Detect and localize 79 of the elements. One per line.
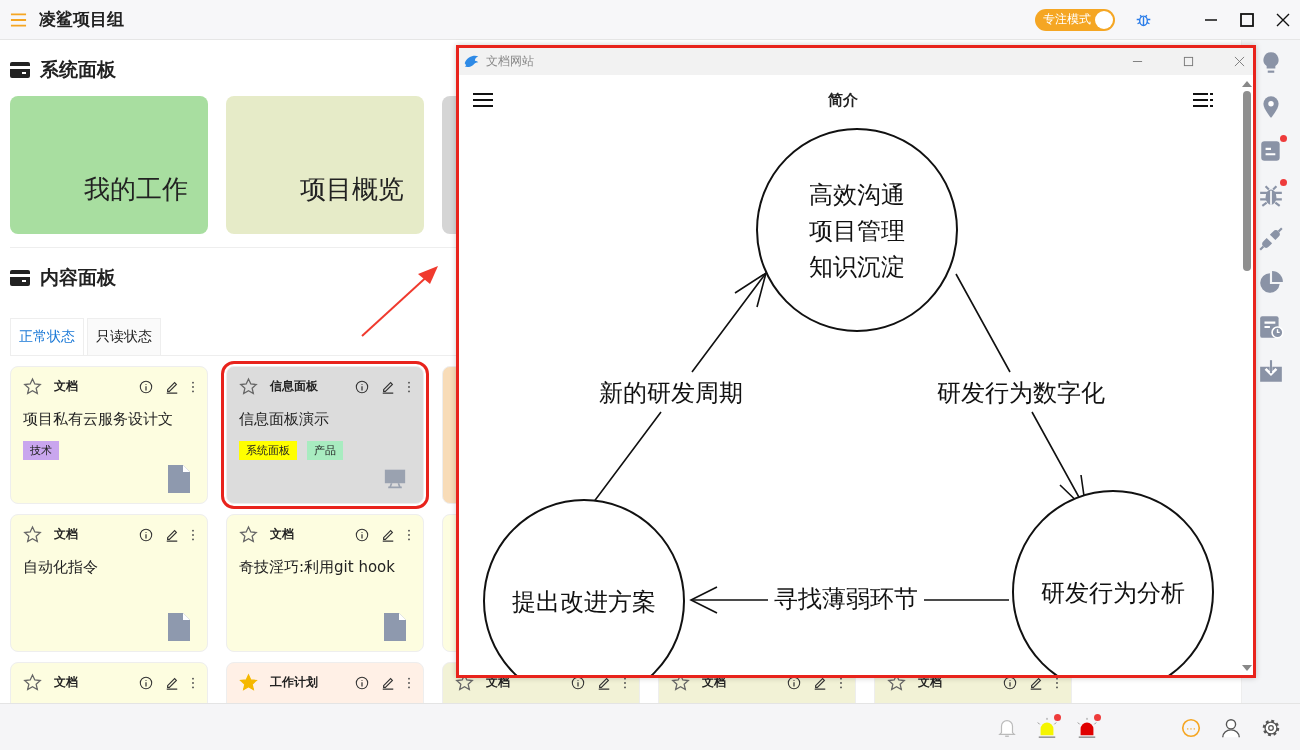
edit-icon[interactable] <box>165 675 179 690</box>
edit-icon[interactable] <box>381 527 395 542</box>
maximize-icon[interactable] <box>1240 12 1254 27</box>
edit-icon[interactable] <box>597 675 611 690</box>
menu-icon[interactable] <box>473 93 493 107</box>
star-icon[interactable] <box>239 673 258 692</box>
card-icon <box>10 270 30 286</box>
tag: 产品 <box>307 441 343 460</box>
card-title: 项目私有云服务设计文 <box>23 410 174 429</box>
tab[interactable]: 正常状态 <box>10 318 84 355</box>
window-title: 凌鲨项目组 <box>39 8 124 31</box>
card-category: 工作计划 <box>270 674 318 691</box>
node-label: 研发行为分析 <box>1041 579 1185 607</box>
star-icon[interactable] <box>239 525 258 544</box>
more-icon[interactable] <box>407 675 411 690</box>
card-title: 信息面板演示 <box>239 410 330 429</box>
more-icon[interactable] <box>191 675 195 690</box>
panel-card[interactable]: 项目概览 <box>226 96 424 234</box>
content-card[interactable]: 文档 项目私有云服务设计文 技术 <box>10 366 208 504</box>
star-icon[interactable] <box>23 377 42 396</box>
card-category: 信息面板 <box>270 378 318 395</box>
content-card[interactable]: 文档 自动化指令 <box>10 514 208 652</box>
card-icon <box>10 62 30 78</box>
node-label: 高效沟通 项目管理 知识沉淀 <box>809 181 905 281</box>
info-icon[interactable] <box>139 379 153 394</box>
document-icon <box>384 613 406 641</box>
info-icon[interactable] <box>1003 675 1017 690</box>
card-title: 自动化指令 <box>23 558 99 577</box>
card-title: 奇技淫巧:利用git hook <box>239 558 396 577</box>
star-icon[interactable] <box>23 525 42 544</box>
user-icon[interactable] <box>1220 716 1242 739</box>
edit-icon[interactable] <box>381 675 395 690</box>
info-icon[interactable] <box>139 675 153 690</box>
card-category: 文档 <box>54 378 78 395</box>
edit-icon[interactable] <box>813 675 827 690</box>
info-icon[interactable] <box>355 527 369 542</box>
content-card[interactable]: 工作计划 <box>226 662 424 703</box>
download-icon[interactable] <box>1258 358 1284 384</box>
node-label: 提出改进方案 <box>512 588 656 616</box>
edge-label: 研发行为数字化 <box>937 379 1105 407</box>
more-icon[interactable] <box>191 527 195 542</box>
info-icon[interactable] <box>355 379 369 394</box>
content-card[interactable]: 文档 奇技淫巧:利用git hook <box>226 514 424 652</box>
pie-icon[interactable] <box>1258 270 1284 296</box>
document-icon <box>168 465 190 493</box>
edit-icon[interactable] <box>1029 675 1043 690</box>
schedule-icon[interactable] <box>1258 314 1284 340</box>
tag: 系统面板 <box>239 441 297 460</box>
siren-icon[interactable] <box>1036 716 1058 739</box>
section-heading: 内容面板 <box>40 265 116 290</box>
edge-label: 新的研发周期 <box>599 379 743 407</box>
star-icon[interactable] <box>23 673 42 692</box>
edit-icon[interactable] <box>165 379 179 394</box>
edge-label: 寻找薄弱环节 <box>774 585 918 613</box>
section-heading: 系统面板 <box>40 57 116 82</box>
card-category: 文档 <box>270 526 294 543</box>
star-icon[interactable] <box>239 377 258 396</box>
info-icon[interactable] <box>571 675 585 690</box>
content-card[interactable]: 文档 <box>10 662 208 703</box>
info-icon[interactable] <box>139 527 153 542</box>
tab[interactable]: 只读状态 <box>87 318 161 355</box>
info-icon[interactable] <box>355 675 369 690</box>
more-icon[interactable] <box>407 379 411 394</box>
window-title: 文档网站 <box>486 53 534 70</box>
siren-icon[interactable] <box>1076 716 1098 739</box>
card-category: 文档 <box>54 674 78 691</box>
panel-card[interactable]: 我的工作 <box>10 96 208 234</box>
plug-icon[interactable] <box>1258 226 1284 252</box>
document-icon <box>168 613 190 641</box>
tag: 技术 <box>23 441 59 460</box>
more-icon[interactable] <box>407 527 411 542</box>
card-category: 文档 <box>54 526 78 543</box>
edit-icon[interactable] <box>165 527 179 542</box>
table-of-contents-icon[interactable] <box>1193 93 1213 107</box>
more-icon[interactable] <box>191 379 195 394</box>
close-icon[interactable] <box>1276 12 1290 27</box>
page-title: 简介 <box>828 90 858 110</box>
edit-icon[interactable] <box>381 379 395 394</box>
info-icon[interactable] <box>787 675 801 690</box>
